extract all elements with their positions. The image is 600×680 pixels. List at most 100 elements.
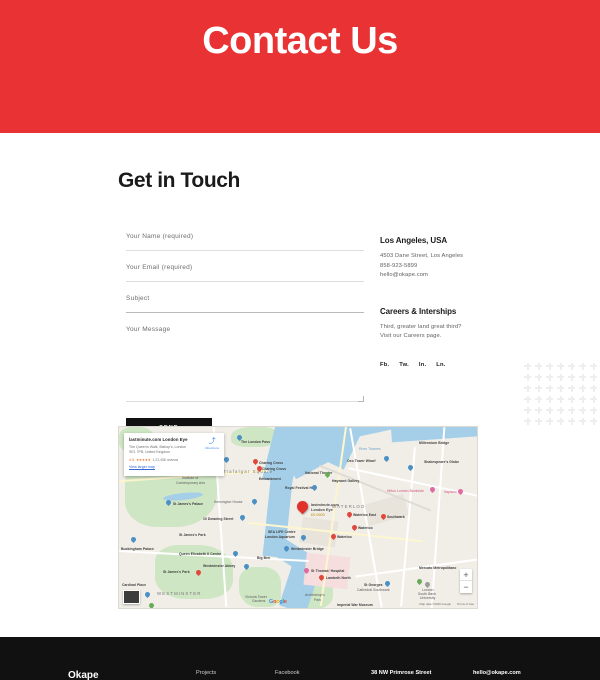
map-label: University (420, 596, 436, 600)
field-label-your-message: Your Message (126, 326, 171, 333)
decorative-plus-grid (524, 362, 600, 426)
map-zoom-in-button[interactable]: + (460, 569, 472, 581)
field-input-your-name[interactable] (126, 250, 364, 251)
plus-icon (590, 406, 600, 417)
map-zoom-controls: + − (460, 569, 472, 593)
plus-icon (568, 384, 579, 395)
plus-icon (535, 373, 546, 384)
plus-icon (590, 384, 600, 395)
map-label: Shakespeare's Globe (424, 460, 460, 464)
map-card-rating-score: 4.5 (129, 458, 134, 463)
plus-icon (546, 362, 557, 373)
field-input-your-email[interactable] (126, 281, 364, 282)
field-input-your-message[interactable] (126, 343, 364, 401)
map-directions-button[interactable]: ⤴ Directions (205, 438, 219, 450)
plus-icon (524, 384, 535, 395)
plus-icon (524, 362, 535, 373)
section-title: Get in Touch (118, 169, 240, 192)
footer-email[interactable]: hello@okape.com (473, 670, 521, 676)
map-label: Oxo Tower Wharf (347, 459, 376, 463)
star-rating-icon: ★★★★★ (136, 458, 151, 463)
map-label: 10 Downing Street (203, 517, 234, 521)
street-view-thumbnail[interactable] (123, 590, 140, 604)
page-hero: Contact Us (0, 0, 600, 133)
field-label-subject: Subject (126, 295, 150, 302)
map-label: Park (314, 598, 322, 602)
map-canvas[interactable]: The London Pass River Thames Millennium Br… (119, 427, 477, 608)
plus-icon (579, 417, 590, 428)
plus-icon (546, 406, 557, 417)
footer-address: 38 NW Primrose Street (371, 670, 432, 676)
plus-icon (557, 406, 568, 417)
page-title: Contact Us (202, 19, 398, 62)
map-label: Contemporary Arts (176, 481, 206, 485)
field-input-subject[interactable] (126, 312, 364, 313)
plus-icon (524, 395, 535, 406)
plus-icon (546, 417, 557, 428)
plus-icon (535, 395, 546, 406)
careers-line-2[interactable]: Visit our Careers page. (380, 332, 490, 342)
field-your-email: Your Email (required) (126, 264, 364, 282)
map-label: Queen Elizabeth II Centre (179, 552, 222, 556)
footer-link-facebook[interactable]: Facebook (275, 670, 300, 676)
map-label: Big Ben (257, 556, 271, 560)
plus-icon (568, 417, 579, 428)
map-label: Waterloo (358, 526, 373, 530)
map-label: Hilton London Bankside (387, 489, 424, 493)
map-label: Lambeth North (326, 576, 351, 580)
map-label: Mercato Metropolitano (419, 566, 457, 570)
map-terms-link[interactable]: Terms of Use (457, 602, 474, 606)
google-map-embed[interactable]: The London Pass River Thames Millennium Br… (118, 426, 478, 609)
map-label: Vapiano (444, 490, 457, 494)
footer-link-projects[interactable]: Projects (196, 670, 216, 676)
contact-form: Your Name (required) Your Email (require… (126, 233, 364, 437)
map-attribution-data: Map data ©2020 Google (419, 602, 451, 606)
plus-icon (590, 362, 600, 373)
map-label: Buckingham Palace (121, 547, 154, 551)
textarea-resize-handle[interactable] (126, 396, 364, 402)
careers-block: Careers & Interships Third, greater land… (380, 307, 490, 342)
map-label: Kensington House (214, 500, 243, 504)
map-info-card: lastminute.com London Eye The Queen's Wa… (124, 433, 224, 476)
plus-icon (568, 373, 579, 384)
field-label-your-name: Your Name (required) (126, 233, 194, 240)
map-zoom-out-button[interactable]: − (460, 581, 472, 593)
field-your-name: Your Name (required) (126, 233, 364, 251)
social-link-facebook[interactable]: Fb. (380, 362, 389, 368)
office-email[interactable]: hello@okape.com (380, 271, 490, 281)
plus-icon (535, 384, 546, 395)
plus-icon (579, 384, 590, 395)
social-link-instagram[interactable]: In. (419, 362, 426, 368)
plus-icon (579, 406, 590, 417)
map-label: Imperial War Museum (337, 603, 373, 607)
careers-title: Careers & Interships (380, 306, 457, 316)
office-phone[interactable]: 858-923-5899 (380, 262, 490, 272)
social-link-twitter[interactable]: Tw. (399, 362, 409, 368)
map-card-address-line2: SE1 7PB, United Kingdom (129, 450, 171, 455)
social-links: Fb. Tw. In. Ln. (380, 362, 490, 368)
map-directions-label: Directions (205, 446, 219, 450)
field-your-message: Your Message (126, 326, 364, 402)
careers-line-1: Third, greater land great third? (380, 323, 462, 330)
map-label: Hayward Gallery (332, 479, 360, 483)
plus-icon (568, 406, 579, 417)
map-label: Gardens (252, 599, 266, 603)
contact-info: Los Angeles, USA 4503 Dane Street, Los A… (380, 236, 490, 368)
plus-icon (590, 417, 600, 428)
page-footer: Okape Projects Facebook 38 NW Primrose S… (0, 637, 600, 680)
footer-brand[interactable]: Okape (68, 670, 99, 680)
social-link-linkedin[interactable]: Ln. (436, 362, 445, 368)
plus-icon (579, 362, 590, 373)
map-label: River Thames (359, 447, 381, 451)
map-label: WESTMINSTER (157, 591, 202, 596)
map-label: Waterloo (337, 535, 352, 539)
plus-icon (535, 417, 546, 428)
directions-icon: ⤴ (208, 438, 216, 445)
office-location-block: Los Angeles, USA 4503 Dane Street, Los A… (380, 236, 490, 281)
plus-icon (524, 373, 535, 384)
plus-icon (590, 373, 600, 384)
map-label: Charing Cross (259, 461, 284, 465)
plus-icon (535, 406, 546, 417)
plus-icon (546, 384, 557, 395)
view-larger-map-link[interactable]: View larger map (129, 465, 219, 469)
